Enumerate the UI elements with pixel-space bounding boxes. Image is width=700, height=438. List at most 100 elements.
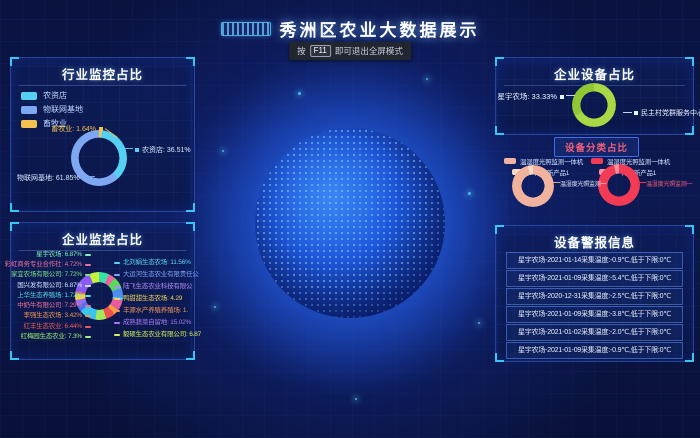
chart-label: 红丰生态农业: 6.44% [11, 323, 91, 331]
label-marker [85, 274, 91, 276]
chart-label: 北刘娟生态农场: 11.56% [114, 259, 191, 267]
chart-label: 上华生态养殖场: 1.72% [11, 292, 91, 300]
legend-item: 物联网基地 [21, 104, 83, 115]
chart-label: 物联网基地: 61.85% [17, 173, 87, 183]
leader-line [121, 148, 133, 149]
chart-label-text: 畜牧业: 1.64% [51, 124, 96, 134]
label-marker [99, 127, 103, 131]
legend-swatch [21, 106, 37, 114]
label-marker [114, 274, 120, 276]
chart-label: 大运河生态农业有限责任公 [114, 271, 199, 279]
fullscreen-hint: 按 F11 即可退出全屏模式 [289, 42, 411, 60]
legend-item: 温湿度光照监测一体机 [504, 156, 583, 166]
chart-label: 农资店: 36.51% [135, 145, 191, 155]
chart-callout: 温湿度光照监测一 [560, 179, 606, 188]
particle-dot [426, 78, 428, 80]
device-donut-chart [572, 83, 616, 127]
legend-label: 农资店 [43, 90, 67, 101]
label-marker [85, 285, 91, 287]
label-marker [114, 262, 120, 264]
leader-line [639, 182, 646, 183]
alert-row: 星宇农场-2021-01-14采集温度:-0.9℃,低于下限:0℃ [506, 252, 683, 269]
chart-label: 星宇农场: 33.33% [504, 91, 564, 102]
legend-swatch [21, 92, 37, 100]
label-marker [85, 326, 91, 328]
alert-row: 星宇农场-2021-01-09采集温度:-3.8℃,低于下限:0℃ [506, 306, 683, 323]
legend-swatch [21, 120, 37, 128]
label-marker [85, 305, 91, 307]
chart-label: 畜牧业: 1.64% [37, 124, 103, 134]
alert-row: 星宇农场-2021-01-09采集温度:-5.4℃,低于下限:0℃ [506, 270, 683, 287]
label-marker [114, 334, 120, 336]
particle-dot [222, 150, 224, 152]
panel-title: 设备警报信息 [496, 232, 693, 251]
legend-swatch [504, 158, 516, 164]
legend-item: 农资店 [21, 90, 83, 101]
legend-swatch [591, 158, 603, 164]
leader-line [566, 95, 575, 96]
particle-dot [298, 92, 301, 95]
chart-label: 国兴发有限公司: 6.87% [11, 282, 91, 290]
panel-enterprise-device: 企业设备占比 星宇农场: 33.33% 民主村党群服务中心: [495, 57, 694, 135]
label-marker [85, 264, 91, 266]
panel-enterprise-monitor: 企业监控占比 星宇农场: 6.87% 彩虹商务专业合作社: 4.72% 家宜农场… [10, 222, 195, 360]
panel-title: 行业监控占比 [11, 64, 194, 83]
chart-label: 彩虹商务专业合作社: 4.72% [11, 261, 91, 269]
page-title: 秀洲区农业大数据展示 [280, 16, 480, 41]
leader-line [553, 182, 560, 183]
chart-label: 中奶牛有限公司: 7.29% [11, 302, 91, 310]
hint-suffix: 即可退出全屏模式 [335, 45, 403, 57]
chart-label-text: 物联网基地: 61.85% [17, 173, 80, 183]
chart-label-text: 农资店: 36.51% [142, 145, 191, 155]
panel-device-classification: 设备分类占比 温湿度光照监测一体机 一体机新产品1 温湿度光照监测一体机 一体机… [495, 136, 694, 224]
panel-industry-monitor: 行业监控占比 农资店 物联网基地 畜牧业 畜牧业: 1.64% 农资店: 36.… [10, 57, 195, 212]
leader-line [623, 112, 632, 113]
section-title: 设备分类占比 [554, 137, 639, 157]
panel-device-alerts: 设备警报信息 星宇农场-2021-01-14采集温度:-0.9℃,低于下限:0℃… [495, 225, 694, 362]
label-marker [114, 286, 120, 288]
dashboard: 秀洲区农业大数据展示 按 F11 即可退出全屏模式 行业监控占比 农资店 物联网… [0, 0, 700, 438]
chart-label: 陆飞生态农业科技有限公 [114, 283, 192, 291]
label-marker [135, 148, 139, 152]
legend-item: 温湿度光照监测一体机 [591, 156, 670, 166]
chart-label-text: 星宇农场: 33.33% [497, 91, 557, 102]
leader-line [83, 176, 95, 177]
particle-dot [355, 398, 357, 400]
alert-row: 星宇农场-2021-01-09采集温度:-0.9℃,低于下限:0℃ [506, 342, 683, 359]
chart-label: 民主村党群服务中心: [634, 108, 700, 118]
label-marker [634, 111, 638, 115]
device-class-left-donut [512, 165, 554, 207]
label-marker [560, 95, 564, 99]
chart-label-text: 民主村党群服务中心: [641, 108, 700, 118]
globe-dot-pattern [255, 128, 445, 318]
panel-title: 企业监控占比 [11, 229, 194, 248]
legend-label: 物联网基地 [43, 104, 83, 115]
chart-label: 丰源水产养殖养殖场: 1. [114, 307, 188, 315]
label-marker [85, 315, 91, 317]
hint-prefix: 按 [297, 45, 306, 57]
label-marker [114, 298, 120, 300]
chart-label: 星宇农场: 6.87% [11, 251, 91, 259]
chart-label: 家宜农场有限公司: 7.72% [11, 271, 91, 279]
chart-label: 成熟蔬菜自留地: 15.02% [114, 319, 191, 327]
label-marker [85, 254, 91, 256]
label-marker [85, 295, 91, 297]
chart-label: 鸭甜甜生态农场: 4.29 [114, 295, 182, 303]
alert-row: 星宇农场-2020-12-31采集温度:-2.5℃,低于下限:0℃ [506, 288, 683, 305]
particle-dot [214, 306, 216, 308]
alert-row: 星宇农场-2021-01-02采集温度:-2.0℃,低于下限:0℃ [506, 324, 683, 341]
label-marker [85, 336, 91, 338]
particle-dot [468, 192, 471, 195]
chart-callout: 温湿度光照监测一 [646, 179, 692, 188]
chart-label: 毅硕生态农业有限公司: 6.87 [114, 331, 201, 339]
chart-label: 李强生态农场: 3.42% [11, 312, 91, 320]
chart-label: 红梅园生态农业: 7.3% [11, 333, 91, 341]
label-marker [114, 322, 120, 324]
divider [19, 85, 186, 86]
panel-title: 企业设备占比 [496, 64, 693, 83]
logo-badge [221, 22, 271, 36]
particle-dot [478, 322, 480, 324]
label-marker [114, 310, 120, 312]
f11-key: F11 [310, 45, 331, 57]
header: 秀洲区农业大数据展示 [0, 16, 700, 41]
